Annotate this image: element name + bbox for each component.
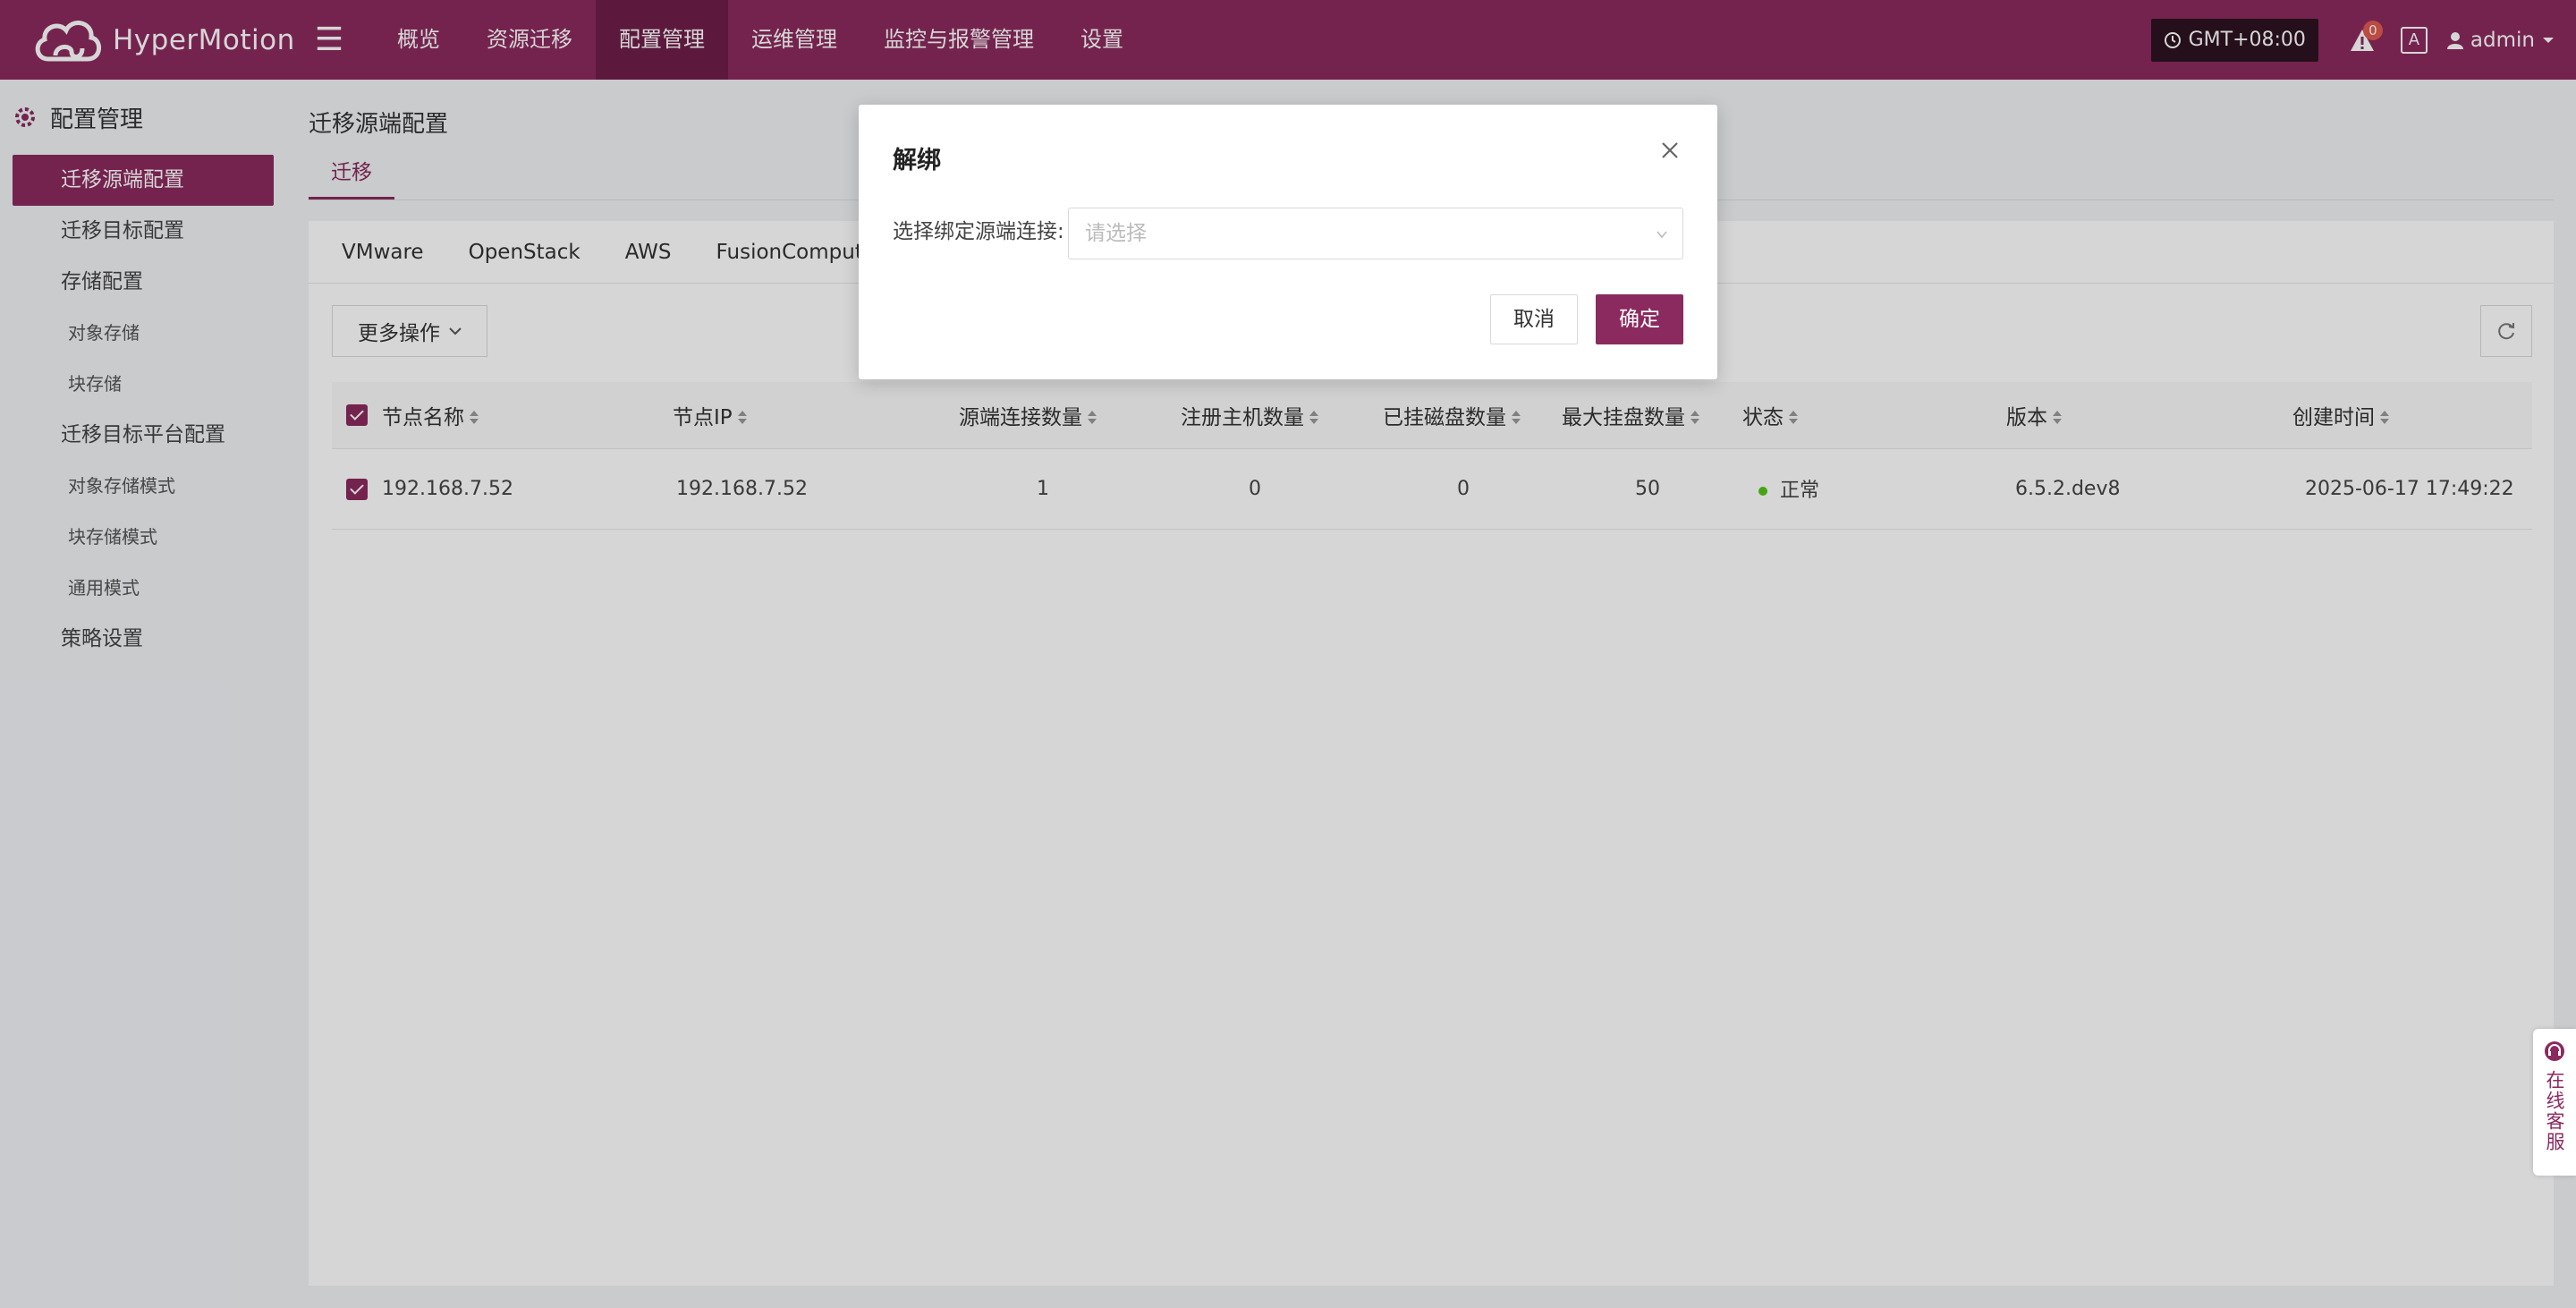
headset-icon bbox=[2545, 1041, 2564, 1061]
source-connection-label: 选择绑定源端连接: bbox=[893, 220, 1064, 243]
unbind-dialog: 解绑 选择绑定源端连接: 请选择 取消 确定 bbox=[859, 105, 1717, 379]
online-service-label: 在线客服 bbox=[2544, 1070, 2565, 1152]
dialog-title: 解绑 bbox=[893, 147, 941, 174]
cancel-button[interactable]: 取消 bbox=[1490, 294, 1578, 344]
close-icon[interactable] bbox=[1655, 135, 1685, 166]
online-service-widget[interactable]: 在线客服 bbox=[2533, 1029, 2576, 1176]
source-connection-select[interactable]: 请选择 bbox=[1068, 208, 1683, 259]
chevron-down-icon bbox=[1657, 231, 1667, 239]
select-placeholder: 请选择 bbox=[1085, 222, 1147, 245]
confirm-button[interactable]: 确定 bbox=[1596, 294, 1683, 344]
